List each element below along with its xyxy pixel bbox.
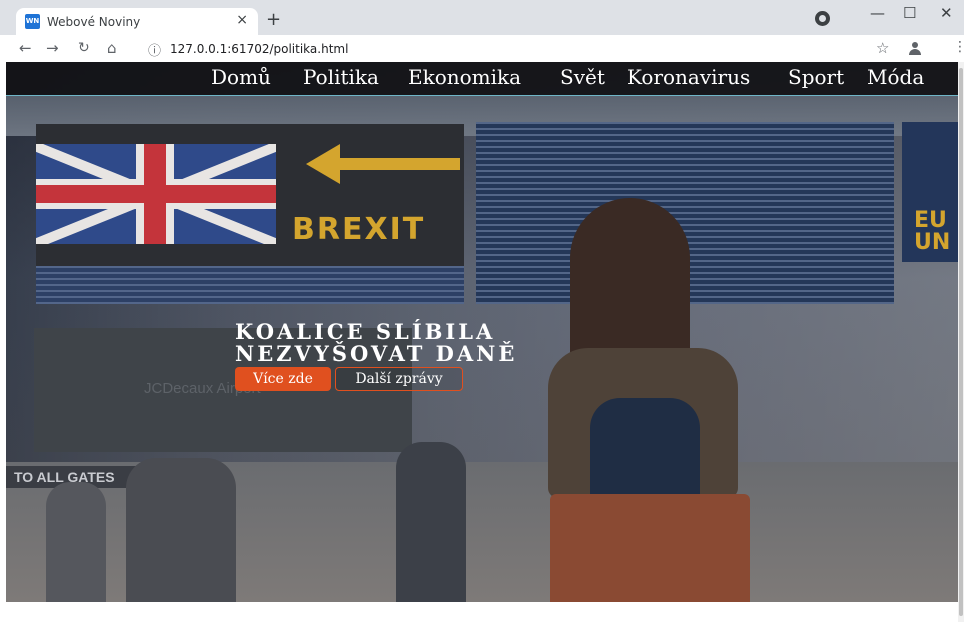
nav-link-domu[interactable]: Domů [211, 65, 271, 89]
brexit-sign-text: BREXIT [292, 212, 426, 247]
close-window-icon[interactable]: ✕ [940, 4, 953, 22]
bookmark-star-icon[interactable]: ☆ [876, 39, 889, 57]
browser-tab-bar: WN Webové Noviny × + — ☐ ✕ [0, 0, 964, 35]
hero-headline: KOALICE SLÍBILA NEZVYŠOVAT DANĚ [235, 321, 517, 365]
address-bar[interactable]: 127.0.0.1:61702/politika.html [170, 42, 348, 56]
account-icon[interactable] [908, 42, 922, 55]
headline-line-2: NEZVYŠOVAT DANĚ [235, 341, 518, 366]
forward-arrow-icon[interactable]: → [46, 39, 59, 57]
minimize-window-icon[interactable]: — [870, 4, 885, 22]
nav-link-svet[interactable]: Svět [560, 65, 605, 89]
nav-link-moda[interactable]: Móda [867, 65, 924, 89]
crowd-silhouette [126, 458, 236, 602]
new-tab-icon[interactable]: + [266, 9, 281, 30]
site-favicon-icon: WN [25, 14, 40, 29]
crowd-silhouette [46, 482, 106, 602]
reload-icon[interactable]: ↻ [78, 40, 90, 56]
browser-tab[interactable]: WN Webové Noviny × [16, 8, 258, 35]
brexit-sign: BREXIT [36, 124, 464, 266]
nav-link-koronavirus[interactable]: Koronavirus [627, 65, 750, 89]
nav-link-ekonomika[interactable]: Ekonomika [408, 65, 521, 89]
eu-sign-text: EU UN [914, 208, 951, 255]
tab-title: Webové Noviny [47, 15, 141, 29]
uk-flag-image [36, 144, 276, 244]
read-more-button[interactable]: Více zde [235, 367, 331, 391]
lower-departure-board [36, 266, 464, 304]
site-navigation: Domů Politika Ekonomika Svět Koronavirus… [6, 62, 958, 96]
back-arrow-icon[interactable]: ← [19, 39, 32, 57]
headline-line-1: KOALICE SLÍBILA [235, 319, 496, 344]
scrollbar-thumb[interactable] [959, 68, 963, 616]
nav-link-sport[interactable]: Sport [788, 65, 844, 89]
profile-icon[interactable] [815, 11, 830, 26]
tab-close-icon[interactable]: × [236, 12, 248, 28]
browser-toolbar: ← → ↻ ⌂ ⓘ 127.0.0.1:61702/politika.html … [0, 35, 964, 62]
left-arrow-icon [306, 144, 340, 184]
crowd-silhouette [396, 442, 466, 602]
home-icon[interactable]: ⌂ [107, 39, 117, 57]
maximize-window-icon[interactable]: ☐ [903, 4, 916, 22]
site-info-icon[interactable]: ⓘ [148, 40, 161, 59]
nav-link-politika[interactable]: Politika [303, 65, 379, 89]
web-page: BREXIT EU UN JCDecaux Airport TO ALL GAT… [6, 62, 958, 602]
menu-dots-icon[interactable]: ⋮ [953, 39, 964, 55]
more-news-button[interactable]: Další zprávy [335, 367, 463, 391]
traveler-figure [530, 198, 780, 602]
eu-sign: EU UN [902, 122, 958, 262]
